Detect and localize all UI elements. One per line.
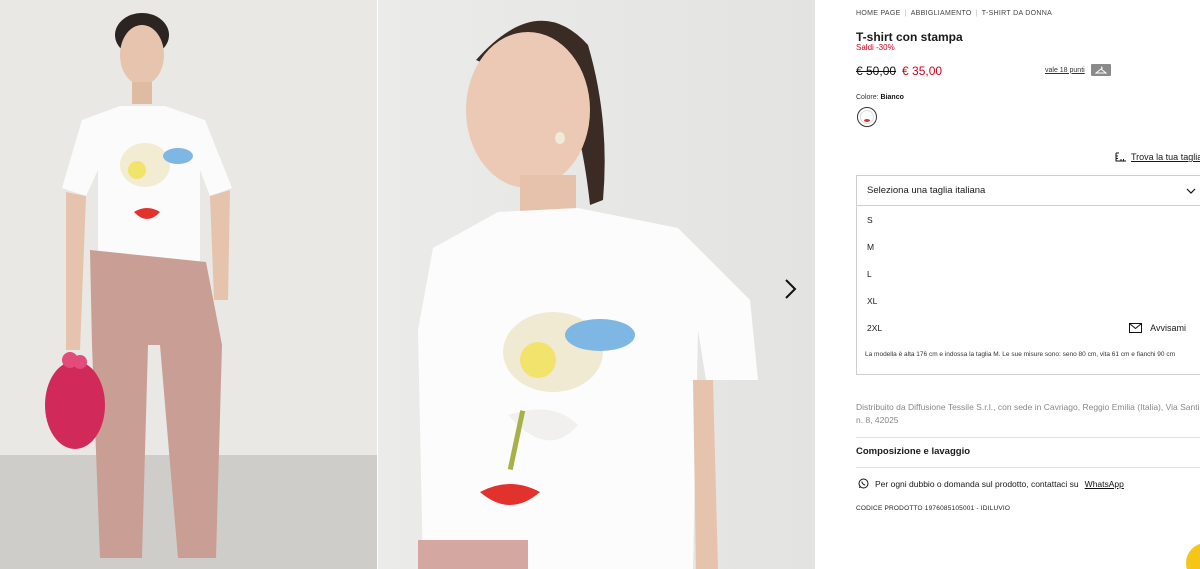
sale-badge: Saldi -30%: [856, 43, 895, 52]
color-label-text: Colore:: [856, 94, 879, 101]
color-swatch-bianco[interactable]: [857, 107, 877, 127]
size-guide-label[interactable]: Trova la tua taglia: [1131, 152, 1200, 162]
size-guide-link[interactable]: Trova la tua taglia: [1115, 152, 1200, 162]
product-photo-full-body[interactable]: [0, 0, 377, 569]
sale-price: € 35,00: [902, 64, 943, 78]
composition-accordion[interactable]: Composizione e lavaggio: [856, 446, 1200, 457]
size-dropdown[interactable]: Seleziona una taglia italiana: [857, 176, 1200, 206]
size-option-xl[interactable]: XL: [857, 287, 1200, 314]
product-title: T-shirt con stampa: [856, 30, 963, 44]
product-photo-closeup[interactable]: [378, 0, 815, 569]
mail-icon: [1129, 322, 1143, 333]
hanger-icon: [1115, 152, 1126, 162]
loyalty-points-text[interactable]: vale 18 punti: [1045, 67, 1085, 74]
breadcrumb-home[interactable]: HOME PAGE: [856, 10, 901, 17]
breadcrumb-separator: |: [975, 10, 978, 17]
product-gallery: [0, 0, 815, 569]
whatsapp-contact: Per ogni dubbio o domanda sul prodotto, …: [858, 478, 1124, 489]
size-option-label: 2XL: [867, 322, 883, 333]
size-option-label: L: [867, 268, 872, 279]
composition-label: Composizione e lavaggio: [856, 446, 971, 457]
size-option-label: XL: [867, 295, 878, 306]
breadcrumb-separator: |: [904, 10, 907, 17]
product-info-panel: HOME PAGE | ABBIGLIAMENTO | T-SHIRT DA D…: [856, 0, 1200, 569]
whatsapp-text: Per ogni dubbio o domanda sul prodotto, …: [875, 478, 1079, 489]
size-option-s[interactable]: S: [857, 206, 1200, 233]
swatch-preview: [860, 110, 874, 124]
size-selector: Seleziona una taglia italiana S M L XL 2…: [856, 175, 1200, 375]
breadcrumb-subcategory[interactable]: T-SHIRT DA DONNA: [982, 10, 1052, 17]
color-label: Colore: Bianco: [856, 94, 904, 101]
color-value: Bianco: [880, 94, 904, 101]
hanger-icon: [1094, 66, 1107, 74]
model-size-note: La modella è alta 176 cm e indossa la ta…: [865, 351, 1175, 358]
product-code: CODICE PRODOTTO 1976085105001 - IDILUVIO: [856, 505, 1011, 512]
size-option-label: S: [867, 214, 873, 225]
size-option-m[interactable]: M: [857, 233, 1200, 260]
size-option-2xl[interactable]: 2XL Avvisami: [857, 314, 1200, 341]
chevron-right-icon: [785, 279, 797, 299]
whatsapp-link[interactable]: WhatsApp: [1085, 479, 1124, 489]
breadcrumb: HOME PAGE | ABBIGLIAMENTO | T-SHIRT DA D…: [856, 10, 1052, 17]
notify-me-label: Avvisami: [1150, 322, 1186, 333]
model-closeup-illustration: [418, 20, 758, 569]
breadcrumb-category[interactable]: ABBIGLIAMENTO: [911, 10, 972, 17]
points-badge: [1090, 64, 1111, 76]
divider: [856, 437, 1200, 438]
size-dropdown-placeholder: Seleziona una taglia italiana: [867, 185, 986, 196]
divider: [856, 467, 1200, 468]
whatsapp-icon: [858, 478, 869, 489]
notify-me-button[interactable]: Avvisami: [1129, 322, 1186, 333]
size-option-label: M: [867, 241, 875, 252]
chevron-down-icon: [1186, 188, 1196, 194]
distributor-info: Distribuito da Diffusione Tessile S.r.l.…: [856, 402, 1200, 425]
size-option-l[interactable]: L: [857, 260, 1200, 287]
size-options: S M L XL 2XL Avvisami: [857, 206, 1200, 341]
model-full-body-illustration: [45, 13, 232, 558]
original-price: € 50,00: [856, 64, 897, 78]
price-block: € 50,00 € 35,00: [856, 64, 942, 78]
next-image-button[interactable]: [778, 274, 804, 304]
loyalty-points[interactable]: vale 18 punti: [1045, 64, 1111, 76]
